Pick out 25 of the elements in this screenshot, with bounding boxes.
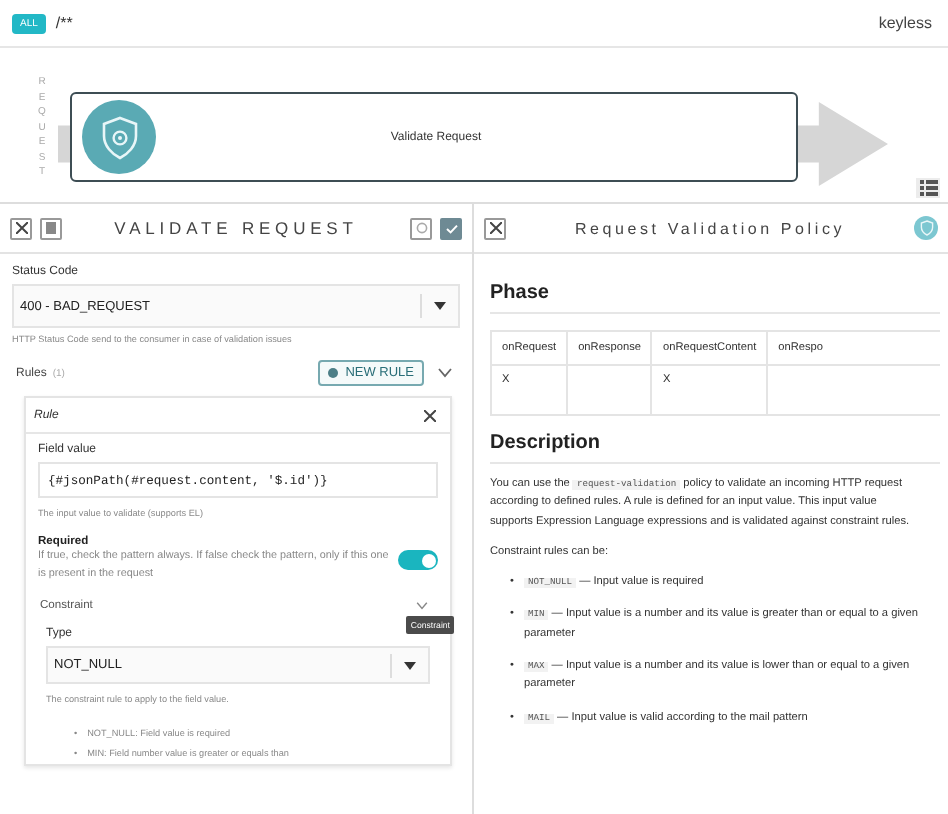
policy-icon bbox=[914, 216, 938, 240]
caret-icon bbox=[434, 302, 446, 310]
caret-icon bbox=[404, 661, 416, 670]
book-button[interactable] bbox=[40, 217, 62, 239]
close-button[interactable] bbox=[484, 217, 506, 239]
chevron-icon[interactable] bbox=[416, 602, 428, 611]
chevron-icon[interactable] bbox=[438, 368, 452, 378]
panel-title: Request Validation Policy bbox=[572, 219, 848, 237]
required-toggle[interactable] bbox=[398, 550, 438, 570]
path-text: /** bbox=[55, 14, 73, 32]
save-button[interactable] bbox=[440, 217, 462, 239]
circle-icon bbox=[415, 222, 427, 234]
close-icon bbox=[489, 222, 501, 234]
close-icon[interactable] bbox=[424, 409, 436, 421]
check-icon bbox=[445, 223, 457, 233]
shield-icon bbox=[82, 100, 156, 174]
list-icon[interactable] bbox=[916, 178, 940, 198]
reset-button[interactable] bbox=[410, 217, 432, 239]
section-heading: Phase bbox=[490, 282, 551, 304]
close-icon bbox=[15, 222, 27, 234]
panel-title: VALIDATE REQUEST bbox=[112, 218, 360, 238]
plan-name: keyless bbox=[878, 14, 932, 32]
book-icon bbox=[46, 222, 56, 234]
section-heading: Description bbox=[490, 432, 603, 454]
close-button[interactable] bbox=[10, 217, 32, 239]
